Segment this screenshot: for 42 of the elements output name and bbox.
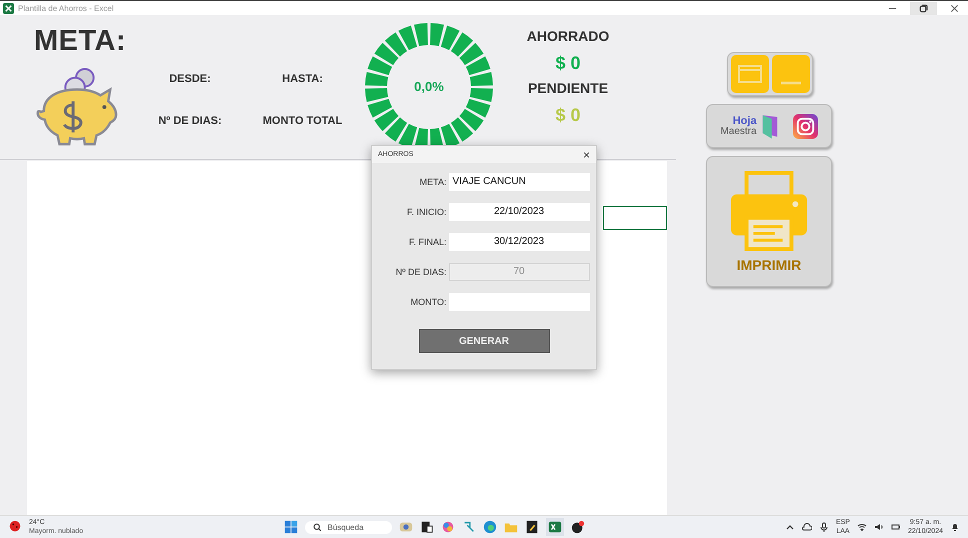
field-label: MONTO: bbox=[410, 297, 446, 307]
field-label: META: bbox=[418, 177, 446, 187]
field-label: Nº DE DIAS: bbox=[394, 267, 446, 277]
progress-percent: 0,0% bbox=[413, 79, 445, 94]
notes-icon[interactable] bbox=[524, 520, 539, 534]
field-label: F. FINAL: bbox=[408, 237, 446, 247]
pending-label: PENDIENTE bbox=[528, 80, 608, 98]
widget-icon[interactable] bbox=[398, 520, 413, 534]
microphone-icon[interactable] bbox=[818, 522, 829, 532]
input-field[interactable]: 22/10/2023 bbox=[448, 203, 590, 221]
field-label: HASTA: bbox=[282, 73, 323, 85]
field-label: Nº DE DIAS: bbox=[158, 115, 222, 127]
printer-icon bbox=[729, 170, 809, 250]
cloud-icon[interactable] bbox=[802, 522, 812, 532]
weather-icon bbox=[8, 520, 22, 534]
search-field[interactable]: Búsqueda bbox=[304, 520, 392, 534]
start-icon[interactable] bbox=[284, 520, 298, 534]
field-label: F. INICIO: bbox=[406, 207, 446, 217]
window-title: Plantilla de Ahorros - Excel bbox=[18, 4, 114, 12]
wifi-icon[interactable] bbox=[856, 522, 867, 532]
record-icon[interactable] bbox=[570, 520, 585, 534]
field-label: DESDE: bbox=[169, 73, 211, 85]
brand-link-button[interactable]: Hoja Maestra bbox=[706, 104, 832, 148]
saved-label: AHORRADO bbox=[526, 28, 610, 46]
saved-amount: $ 0 bbox=[555, 54, 581, 72]
task-view-icon[interactable] bbox=[420, 520, 434, 534]
close-button[interactable]: × bbox=[582, 148, 590, 162]
goal-heading: META: bbox=[34, 25, 128, 58]
excel-icon[interactable] bbox=[546, 518, 564, 536]
speaker-icon[interactable] bbox=[874, 522, 884, 532]
notification-icon[interactable] bbox=[950, 522, 960, 532]
selected-cell[interactable] bbox=[603, 206, 667, 230]
battery-icon[interactable] bbox=[890, 522, 901, 532]
input-field[interactable]: VIAJE CANCUN bbox=[448, 173, 590, 191]
field-label: MONTO TOTAL bbox=[262, 115, 342, 127]
pending-amount: $ 0 bbox=[555, 106, 581, 124]
search-icon bbox=[312, 522, 322, 532]
generate-button[interactable]: GENERAR bbox=[418, 329, 550, 353]
restore-icon[interactable] bbox=[910, 2, 937, 14]
brand-logo-text: Hoja Maestra bbox=[720, 116, 757, 136]
instagram-icon[interactable] bbox=[792, 114, 818, 138]
input-field[interactable]: 30/12/2023 bbox=[448, 233, 590, 251]
